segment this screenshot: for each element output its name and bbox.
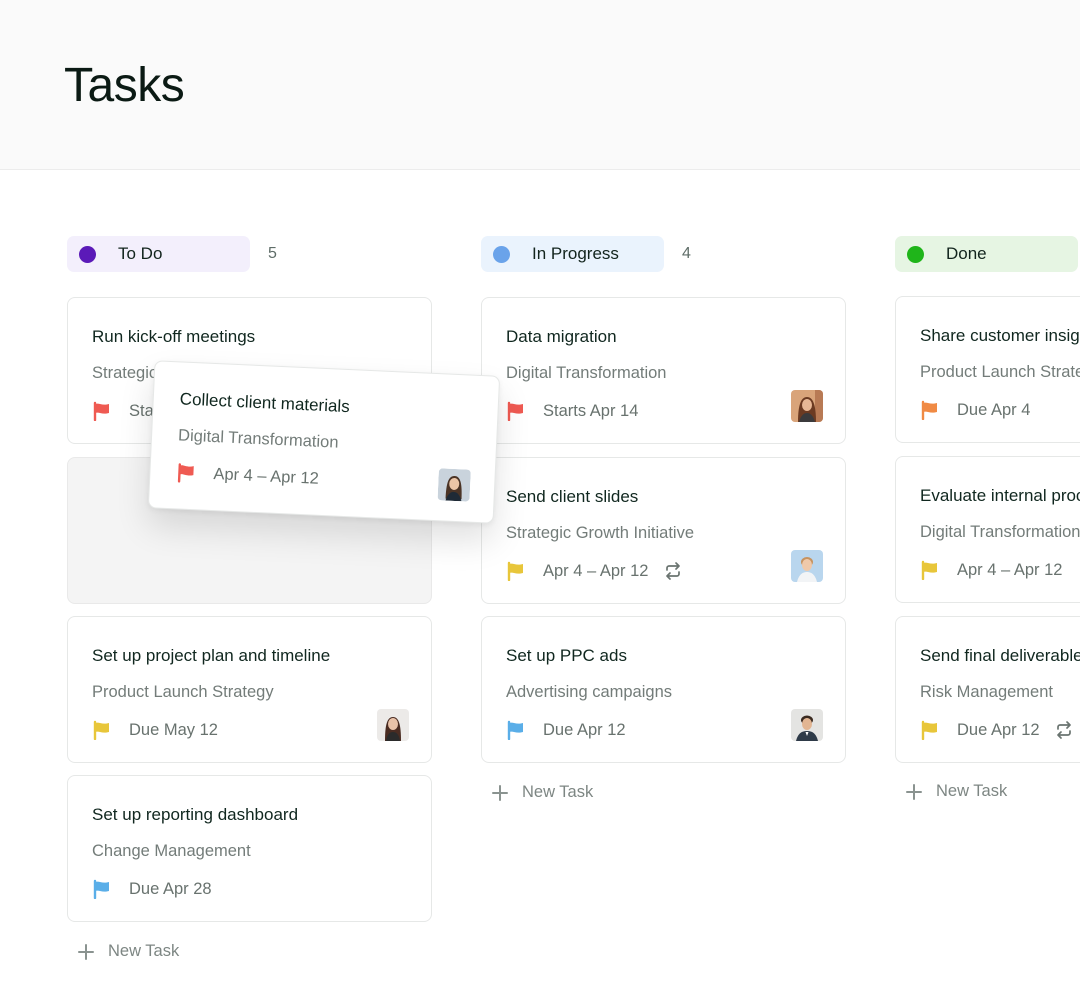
task-project: Change Management bbox=[92, 842, 251, 860]
task-date: Starts Apr 14 bbox=[543, 401, 639, 420]
task-meta: Apr 4 – Apr 12 bbox=[920, 558, 1063, 582]
page-header: Tasks bbox=[0, 0, 1080, 170]
task-date: Apr 4 – Apr 12 bbox=[543, 561, 649, 580]
task-card[interactable]: Send final deliverables Risk Management … bbox=[895, 616, 1080, 763]
dragging-task-card[interactable]: Collect client materials Digital Transfo… bbox=[147, 360, 501, 524]
red-flag-icon bbox=[506, 401, 526, 421]
assignee-avatar[interactable] bbox=[791, 709, 823, 741]
repeat-icon bbox=[1054, 720, 1074, 740]
column-header: To Do 5 bbox=[67, 236, 433, 272]
task-project: Digital Transformation bbox=[920, 523, 1080, 541]
task-date: Due Apr 28 bbox=[129, 879, 212, 898]
task-title: Share customer insights bbox=[920, 326, 1080, 345]
assignee-avatar[interactable] bbox=[437, 468, 471, 502]
task-project: Risk Management bbox=[920, 683, 1053, 701]
yellow-flag-icon bbox=[506, 561, 526, 581]
yellow-flag-icon bbox=[920, 560, 940, 580]
task-card[interactable]: Data migration Digital Transformation St… bbox=[481, 297, 846, 444]
task-meta: Due Apr 12 bbox=[506, 718, 626, 742]
yellow-flag-icon bbox=[920, 720, 940, 740]
new-task-button[interactable]: New Task bbox=[77, 942, 179, 961]
task-meta: Apr 4 – Apr 12 bbox=[506, 559, 683, 583]
assignee-avatar[interactable] bbox=[377, 709, 409, 741]
yellow-flag-icon bbox=[92, 720, 112, 740]
task-date: Due May 12 bbox=[129, 720, 218, 739]
new-task-label: New Task bbox=[522, 783, 594, 801]
task-meta: Due Apr 4 bbox=[920, 398, 1030, 422]
task-date: Apr 4 – Apr 12 bbox=[213, 464, 320, 488]
task-card[interactable]: Send client slides Strategic Growth Init… bbox=[481, 457, 846, 604]
column-todo: To Do 5 bbox=[67, 236, 433, 272]
new-task-label: New Task bbox=[936, 782, 1008, 800]
column-label-pill[interactable]: Done bbox=[895, 236, 1078, 272]
page-title: Tasks bbox=[64, 59, 185, 112]
new-task-label: New Task bbox=[108, 942, 180, 960]
task-meta: Due Apr 12 bbox=[920, 718, 1074, 742]
task-meta: Due Apr 28 bbox=[92, 877, 212, 901]
status-dot-icon bbox=[79, 245, 96, 263]
task-project: Product Launch Strategy bbox=[920, 363, 1080, 381]
blue-flag-icon bbox=[92, 879, 112, 899]
plus-icon bbox=[77, 943, 95, 961]
task-card[interactable]: Set up reporting dashboard Change Manage… bbox=[67, 775, 432, 922]
task-date: Apr 4 – Apr 12 bbox=[957, 560, 1063, 579]
task-title: Set up project plan and timeline bbox=[92, 646, 331, 665]
blue-flag-icon bbox=[506, 720, 526, 740]
task-card[interactable]: Share customer insights Product Launch S… bbox=[895, 296, 1080, 443]
orange-flag-icon bbox=[920, 400, 940, 420]
column-label: Done bbox=[946, 244, 987, 263]
assignee-avatar[interactable] bbox=[791, 550, 823, 582]
task-meta: Due May 12 bbox=[92, 718, 218, 742]
assignee-avatar[interactable] bbox=[791, 390, 823, 422]
task-date: Due Apr 12 bbox=[957, 720, 1040, 739]
task-title: Send final deliverables bbox=[920, 646, 1080, 665]
red-flag-icon bbox=[92, 401, 112, 421]
plus-icon bbox=[905, 783, 923, 801]
task-title: Collect client materials bbox=[179, 389, 351, 417]
task-count: 4 bbox=[682, 245, 691, 262]
column-header: In Progress 4 bbox=[481, 236, 847, 272]
plus-icon bbox=[491, 784, 509, 802]
status-dot-icon bbox=[907, 245, 924, 263]
task-project: Digital Transformation bbox=[506, 364, 667, 382]
new-task-button[interactable]: New Task bbox=[905, 782, 1007, 801]
task-title: Data migration bbox=[506, 327, 617, 346]
new-task-button[interactable]: New Task bbox=[491, 783, 593, 802]
status-dot-icon bbox=[493, 245, 510, 263]
task-date: Due Apr 12 bbox=[543, 720, 626, 739]
column-done: Done bbox=[895, 236, 1080, 272]
task-date: Due Apr 4 bbox=[957, 400, 1031, 419]
red-flag-icon bbox=[176, 462, 197, 483]
column-label: To Do bbox=[118, 244, 163, 263]
column-label: In Progress bbox=[532, 244, 619, 263]
column-label-pill[interactable]: In Progress bbox=[481, 236, 664, 272]
task-card[interactable]: Set up PPC ads Advertising campaigns Due… bbox=[481, 616, 846, 763]
repeat-icon bbox=[663, 561, 683, 581]
task-title: Set up PPC ads bbox=[506, 646, 627, 665]
column-header: Done bbox=[895, 236, 1080, 272]
task-title: Evaluate internal processes bbox=[920, 486, 1080, 505]
task-card[interactable]: Set up project plan and timeline Product… bbox=[67, 616, 432, 763]
column-label-pill[interactable]: To Do bbox=[67, 236, 250, 272]
task-title: Send client slides bbox=[506, 487, 639, 506]
task-count: 5 bbox=[268, 245, 277, 262]
task-title: Run kick-off meetings bbox=[92, 327, 256, 346]
task-project: Advertising campaigns bbox=[506, 683, 672, 701]
task-meta: Apr 4 – Apr 12 bbox=[176, 460, 319, 490]
task-project: Digital Transformation bbox=[177, 426, 339, 452]
task-title: Set up reporting dashboard bbox=[92, 805, 299, 824]
task-card[interactable]: Evaluate internal processes Digital Tran… bbox=[895, 456, 1080, 603]
task-meta: Starts Apr 14 bbox=[506, 399, 638, 423]
task-project: Product Launch Strategy bbox=[92, 683, 274, 701]
done-cards-viewport: Share customer insights Product Launch S… bbox=[895, 290, 1080, 780]
task-project: Strategic Growth Initiative bbox=[506, 524, 694, 542]
column-in-progress: In Progress 4 bbox=[481, 236, 847, 272]
